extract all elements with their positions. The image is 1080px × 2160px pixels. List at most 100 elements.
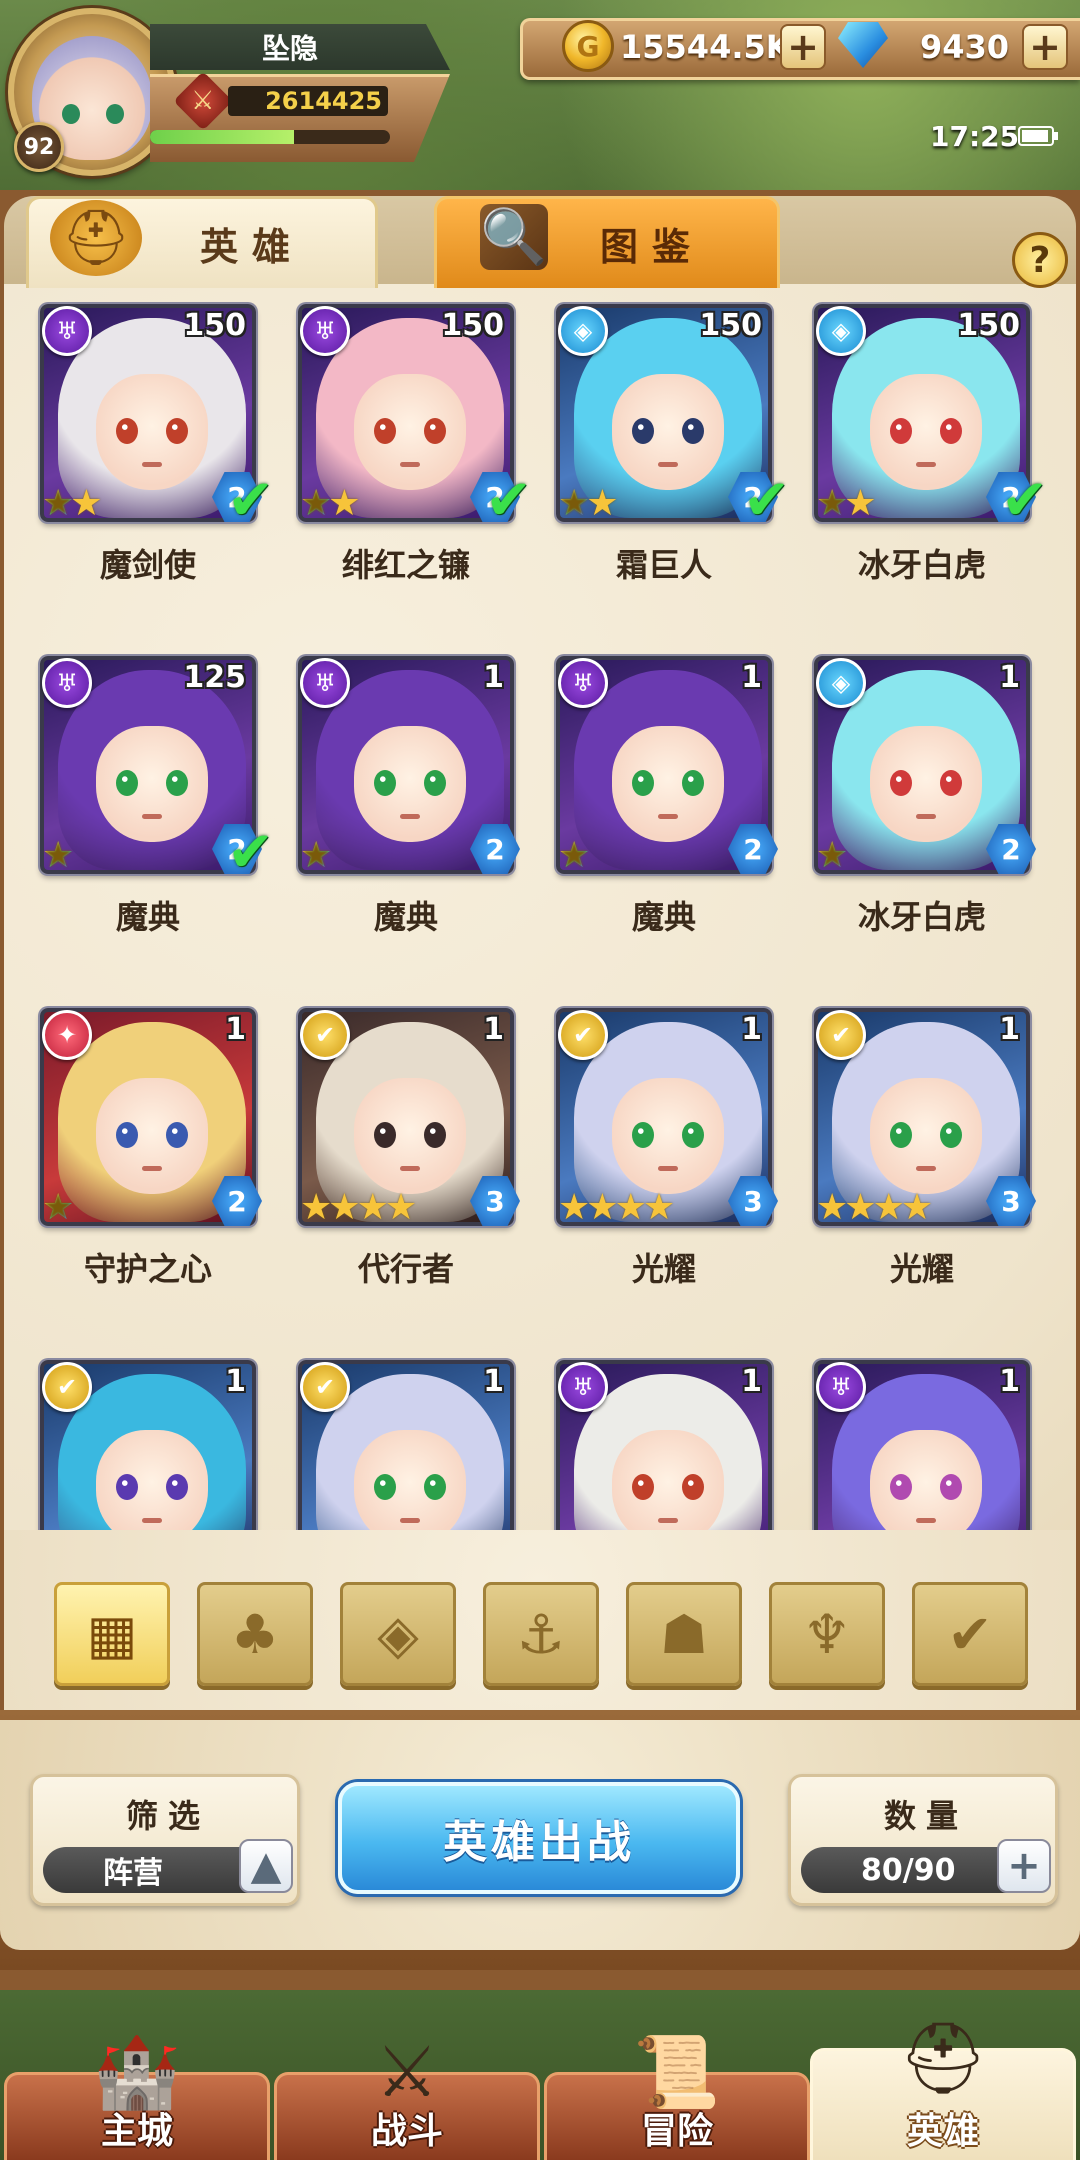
hero-mouth — [916, 462, 936, 467]
add-gems-button[interactable]: + — [1022, 24, 1068, 70]
hero-eye — [682, 1474, 704, 1500]
hero-mouth — [400, 814, 420, 819]
deploy-heroes-button[interactable]: 英雄出战 — [338, 1782, 740, 1894]
hero-eye — [374, 1474, 396, 1500]
expand-capacity-button[interactable]: + — [997, 1839, 1051, 1893]
faction-filter-all-button[interactable]: ▦ — [54, 1582, 170, 1686]
demon-horn-icon: ♆ — [802, 1602, 852, 1666]
hero-card[interactable]: ✔ 1 ★ ★ ★ ★ 3 光耀 — [556, 1008, 778, 1288]
hero-card[interactable]: ♅ 125 ★ 2 ✔ 魔典 — [40, 656, 274, 936]
star-icon: ★ — [300, 835, 333, 876]
hero-face — [96, 374, 208, 490]
hero-eye — [682, 418, 704, 444]
hero-card[interactable]: ✔ 1 — [40, 1360, 256, 1530]
hero-level: 1 — [225, 1012, 246, 1047]
exp-bar-fill — [150, 130, 294, 144]
faction-light-icon: ✔ — [300, 1010, 350, 1060]
faction-filter-nature-button[interactable]: ♣ — [197, 1582, 313, 1686]
scroll-map-icon: 📜 — [633, 2030, 721, 2113]
hero-eye — [424, 770, 446, 796]
hero-eye — [166, 1474, 188, 1500]
hero-card[interactable]: ♅ 1 — [814, 1360, 1030, 1530]
hero-eye — [374, 770, 396, 796]
faction-filter-beast-button[interactable]: ☗ — [626, 1582, 742, 1686]
hero-card[interactable]: ✔ 1 ★ ★ ★ ★ 3 光耀 — [814, 1008, 1036, 1288]
star-icon: ★ — [70, 483, 103, 524]
hero-mouth — [658, 814, 678, 819]
add-gold-button[interactable]: + — [780, 24, 826, 70]
hero-stars: ★ — [42, 1188, 74, 1228]
faction-ice-icon: ◈ — [816, 306, 866, 356]
hero-level: 1 — [999, 1364, 1020, 1399]
hero-level: 1 — [741, 660, 762, 695]
star-icon: ★ — [384, 1187, 418, 1228]
hero-eye — [890, 1122, 912, 1148]
hero-name: 光耀 — [889, 1250, 954, 1288]
player-name: 坠隐 — [150, 24, 450, 70]
helmet-icon: ⛑ — [50, 200, 142, 276]
avatar-eye-right — [106, 104, 124, 124]
combat-power-value: 2614425 — [228, 86, 388, 116]
faction-filter-light-button[interactable]: ✔ — [912, 1582, 1028, 1686]
hero-card[interactable]: ◈ 1 ★ 2 冰牙白虎 — [814, 656, 1036, 936]
hero-eye — [116, 1474, 138, 1500]
hero-level: 1 — [225, 1364, 246, 1399]
hero-face — [96, 1430, 208, 1530]
avatar-eye-left — [62, 104, 80, 124]
status-clock: 17:25 — [930, 120, 1020, 153]
hero-card[interactable]: ✔ 1 — [298, 1360, 514, 1530]
hero-card[interactable]: ◈ 150 ★ ★ 2 ✔ 冰牙白虎 — [814, 304, 1048, 584]
gem-amount: 9430 — [920, 28, 1010, 66]
hero-name: 魔典 — [115, 898, 180, 936]
faction-filter-sea-button[interactable]: ⚓ — [483, 1582, 599, 1686]
gold-amount: 15544.5K — [620, 28, 791, 66]
hero-card[interactable]: ✦ 1 ★ 2 守护之心 — [40, 1008, 262, 1288]
faction-ice-icon: ◈ — [816, 658, 866, 708]
hero-card[interactable]: ♅ 1 ★ 2 魔典 — [556, 656, 778, 936]
hero-name: 代行者 — [357, 1250, 454, 1288]
star-icon: ★ — [816, 835, 849, 876]
help-button[interactable]: ? — [1012, 232, 1068, 288]
faction-light-icon: ✔ — [300, 1362, 350, 1412]
faction-filter-ice-button[interactable]: ◈ — [340, 1582, 456, 1686]
hero-face — [96, 726, 208, 842]
hero-eye — [890, 1474, 912, 1500]
hero-stars: ★ ★ — [300, 484, 361, 524]
hero-card[interactable]: ♅ 1 — [556, 1360, 772, 1530]
hero-eye — [632, 1122, 654, 1148]
hero-face — [354, 726, 466, 842]
hero-eye — [166, 1122, 188, 1148]
beast-head-icon: ☗ — [659, 1602, 709, 1666]
hero-stars: ★ ★ — [816, 484, 877, 524]
star-icon: ★ — [42, 835, 75, 876]
hero-name: 绯红之镰 — [341, 546, 470, 584]
faction-dark-icon: ♅ — [42, 306, 92, 356]
gold-coin-icon: G — [562, 20, 614, 72]
hero-card[interactable]: ◈ 150 ★ ★ 2 ✔ 霜巨人 — [556, 304, 790, 584]
selected-check-icon: ✔ — [743, 468, 790, 533]
hero-face — [870, 374, 982, 490]
filter-title: 筛选 — [125, 1797, 210, 1835]
hero-card[interactable]: ♅ 150 ★ ★ 2 ✔ 魔剑使 — [40, 304, 274, 584]
crossed-swords-icon: ⚔ — [375, 2031, 439, 2113]
star-icon: ★ — [586, 483, 619, 524]
hero-name: 光耀 — [631, 1250, 696, 1288]
hero-face — [612, 1430, 724, 1530]
hero-stars: ★ — [42, 836, 74, 876]
battery-icon — [1018, 126, 1058, 146]
leaf-icon: ♣ — [230, 1602, 280, 1666]
hero-card[interactable]: ✔ 1 ★ ★ ★ ★ 3 代行者 — [298, 1008, 520, 1288]
hero-card[interactable]: ♅ 150 ★ ★ 2 ✔ 绯红之镰 — [298, 304, 532, 584]
hero-mouth — [658, 1166, 678, 1171]
hero-stars: ★ ★ — [558, 483, 619, 524]
hero-card[interactable]: ♅ 1 ★ 2 魔典 — [298, 656, 520, 936]
anchor-icon: ⚓ — [516, 1602, 566, 1666]
faction-filter-dark-button[interactable]: ♆ — [769, 1582, 885, 1686]
hero-eye — [424, 1474, 446, 1500]
hero-stars: ★ — [558, 836, 590, 876]
hero-eye — [940, 770, 962, 796]
exp-bar — [150, 130, 390, 144]
hero-level: 125 — [183, 660, 246, 695]
filter-toggle-button[interactable]: ▲ — [239, 1839, 293, 1893]
hero-name: 霜巨人 — [615, 546, 712, 584]
